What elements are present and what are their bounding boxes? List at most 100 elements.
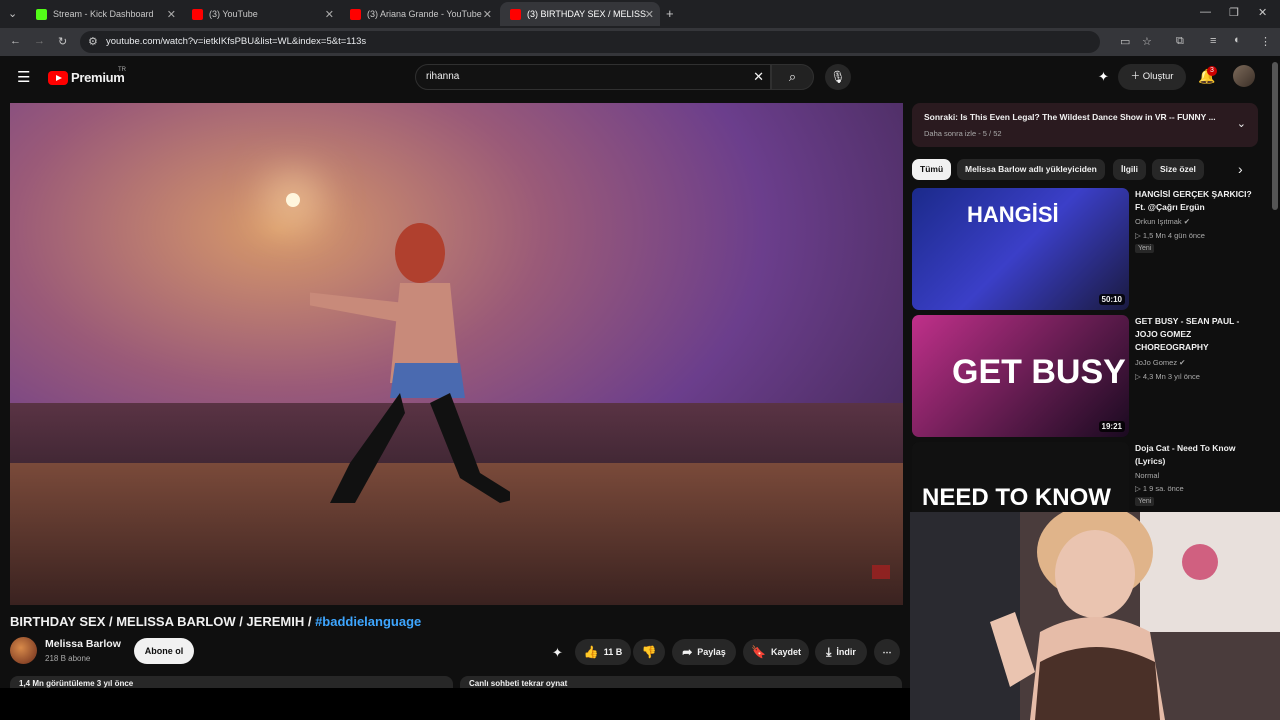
more-actions-button[interactable]: ⋯ <box>874 639 900 665</box>
rec-thumbnail[interactable]: GET BUSY 19:21 <box>912 315 1129 437</box>
tab-youtube[interactable]: (3) YouTube ✕ <box>182 2 340 26</box>
tab-birthday-sex[interactable]: (3) BIRTHDAY SEX / MELISS ✕ <box>500 2 660 26</box>
clear-search-icon[interactable]: ✕ <box>753 65 764 89</box>
playlist-position: Daha sonra izle - 5 / 52 <box>924 129 1002 138</box>
notification-count: 3 <box>1207 66 1217 76</box>
forward-icon[interactable]: → <box>34 35 45 47</box>
playlist-next-title: Sonraki: Is This Even Legal? The Wildest… <box>924 112 1216 122</box>
chevron-down-icon[interactable]: ⌄ <box>1237 117 1246 130</box>
tab-kick[interactable]: Stream - Kick Dashboard ✕ <box>26 2 182 26</box>
scrollbar[interactable] <box>1272 62 1278 210</box>
avatar[interactable] <box>1233 65 1255 87</box>
rec-title[interactable]: Doja Cat - Need To Know (Lyrics) <box>1135 442 1257 468</box>
reload-icon[interactable]: ↻ <box>58 35 67 48</box>
more-icon: ⋯ <box>882 647 892 657</box>
menu-icon[interactable]: ⋮ <box>1260 35 1271 48</box>
close-icon[interactable]: ✕ <box>645 8 654 21</box>
share-button[interactable]: ➦ Paylaş <box>672 639 736 665</box>
premium-icon[interactable]: ✦ <box>1098 69 1109 85</box>
chip-related[interactable]: İlgili <box>1113 159 1146 180</box>
close-icon[interactable]: ✕ <box>167 8 176 21</box>
rec-channel[interactable]: Normal <box>1135 471 1159 480</box>
thumbnail-text: NEED TO KNOW <box>922 484 1111 511</box>
chat-replay-box[interactable]: Canlı sohbeti tekrar oynat <box>460 676 902 688</box>
description-box[interactable]: 1,4 Mn görüntüleme 3 yıl önce <box>10 676 453 688</box>
like-count: 11 B <box>603 647 623 657</box>
youtube-masthead: ☰ Premium TR rihanna ✕ ⌕ 🎙 ✦ ＋ Oluştur 🔔… <box>0 56 1280 100</box>
video-player[interactable] <box>10 103 903 605</box>
download-button[interactable]: ⤓ İndir <box>815 639 867 665</box>
logo-text: Premium <box>71 70 125 85</box>
extensions-icon[interactable]: ⧉ <box>1176 35 1184 48</box>
new-badge: Yeni <box>1135 244 1155 253</box>
chip-for-you[interactable]: Size özel <box>1152 159 1204 180</box>
plus-icon: ＋ <box>1130 71 1141 82</box>
media-icon[interactable]: ≡ <box>1210 35 1216 47</box>
rec-title[interactable]: HANGİSİ GERÇEK ŞARKICI? Ft. @Çağrı Ergün <box>1135 188 1257 214</box>
tab-ariana[interactable]: (3) Ariana Grande - YouTube ✕ <box>340 2 498 26</box>
hamburger-menu-icon[interactable]: ☰ <box>17 68 30 86</box>
bookmark-star-icon[interactable]: ☆ <box>1142 35 1152 48</box>
hashtag-link[interactable]: #baddielanguage <box>315 614 421 629</box>
new-tab-icon[interactable]: + <box>666 6 674 21</box>
rec-meta: ▷ 1 9 sa. önce <box>1135 484 1184 493</box>
chat-replay-label: Canlı sohbeti tekrar oynat <box>469 679 568 688</box>
profile-icon[interactable]: ◐ <box>1234 34 1241 46</box>
url-field[interactable]: youtube.com/watch?v=ietkIKfsPBU&list=WL&… <box>80 31 1100 53</box>
youtube-logo[interactable]: Premium TR <box>48 67 126 85</box>
search-icon: ⌕ <box>788 69 797 84</box>
site-info-icon[interactable]: ⚙ <box>88 35 98 48</box>
minimize-icon[interactable]: — <box>1200 6 1211 18</box>
youtube-icon <box>350 8 361 20</box>
bottom-area <box>0 688 910 720</box>
dislike-button[interactable]: 👎 <box>633 639 665 665</box>
tab-label: (3) BIRTHDAY SEX / MELISS <box>527 9 647 19</box>
rec-title[interactable]: GET BUSY - SEAN PAUL - JOJO GOMEZ CHOREO… <box>1135 315 1257 354</box>
video-duration: 50:10 <box>1098 294 1125 305</box>
tab-label: (3) Ariana Grande - YouTube <box>367 9 482 19</box>
create-button[interactable]: ＋ Oluştur <box>1118 64 1186 90</box>
close-icon[interactable]: ✕ <box>483 8 492 21</box>
title-text: BIRTHDAY SEX / MELISSA BARLOW / JEREMIH … <box>10 614 316 629</box>
address-bar: ← → ↻ youtube.com/watch?v=ietkIKfsPBU&li… <box>0 28 1280 56</box>
maximize-icon[interactable]: ❐ <box>1229 6 1239 19</box>
like-button[interactable]: 👍 11 B <box>575 639 631 665</box>
rec-channel[interactable]: Orkun Işıtmak ✔ <box>1135 217 1190 226</box>
close-window-icon[interactable]: ✕ <box>1258 6 1267 19</box>
save-button[interactable]: 🔖 Kaydet <box>743 639 809 665</box>
rec-channel[interactable]: JoJo Gomez ✔ <box>1135 358 1185 367</box>
voice-search-button[interactable]: 🎙 <box>825 64 851 90</box>
chip-all[interactable]: Tümü <box>912 159 952 180</box>
chip-uploader[interactable]: Melissa Barlow adlı yükleyiciden <box>957 159 1105 180</box>
share-label: Paylaş <box>697 647 726 657</box>
close-icon[interactable]: ✕ <box>325 8 334 21</box>
channel-name[interactable]: Melissa Barlow <box>45 638 121 650</box>
premium-sparkle-icon[interactable]: ✦ <box>552 645 563 661</box>
views-line: 1,4 Mn görüntüleme 3 yıl önce <box>19 679 134 688</box>
tab-label: Stream - Kick Dashboard <box>53 9 154 19</box>
kick-icon <box>36 8 47 20</box>
search-button[interactable]: ⌕ <box>771 64 814 90</box>
tab-label: (3) YouTube <box>209 9 258 19</box>
youtube-play-icon <box>48 70 68 85</box>
youtube-icon <box>192 8 203 20</box>
webcam-overlay <box>910 512 1280 720</box>
tab-search-icon[interactable]: ⌄ <box>8 7 17 20</box>
thumbs-up-icon: 👍 <box>583 645 599 659</box>
playlist-panel[interactable]: Sonraki: Is This Even Legal? The Wildest… <box>912 103 1258 147</box>
search-value: rihanna <box>426 71 460 82</box>
bookmark-icon: 🔖 <box>751 645 766 659</box>
channel-avatar[interactable] <box>10 637 37 664</box>
rec-thumbnail[interactable]: HANGİSİ 50:10 <box>912 188 1129 310</box>
rec-thumbnail[interactable]: NEED TO KNOW <box>912 442 1129 512</box>
search-input[interactable]: rihanna ✕ <box>415 64 771 90</box>
streamer-image <box>910 512 1280 720</box>
chevron-right-icon[interactable]: › <box>1238 161 1243 177</box>
video-light <box>286 193 300 207</box>
channel-watermark[interactable] <box>872 565 890 579</box>
cast-icon[interactable]: ▭ <box>1120 35 1130 48</box>
subscribe-button[interactable]: Abone ol <box>134 638 194 664</box>
rec-meta: ▷ 4,3 Mn 3 yıl önce <box>1135 372 1200 381</box>
download-icon: ⤓ <box>826 645 832 659</box>
back-icon[interactable]: ← <box>10 35 21 47</box>
